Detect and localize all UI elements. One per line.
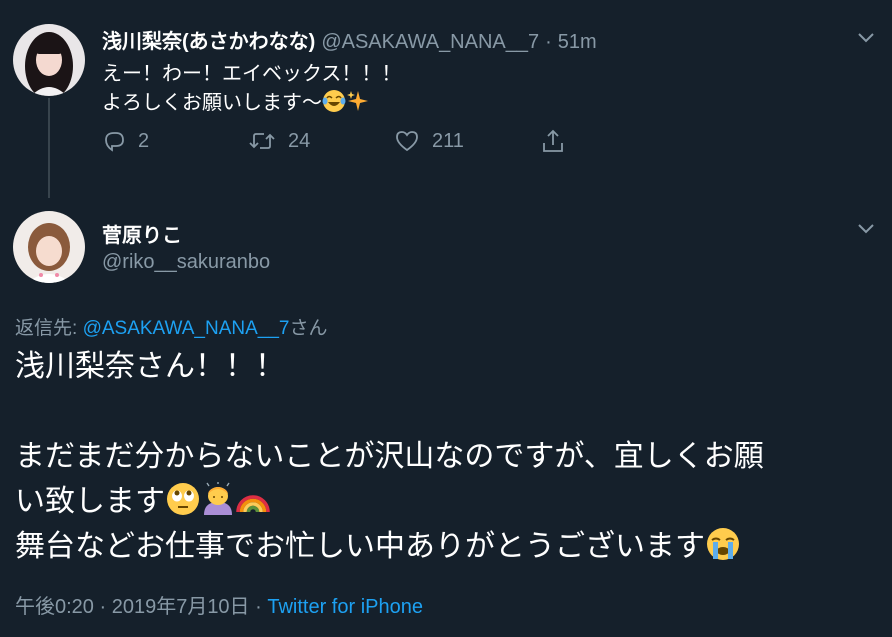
reply-prefix: 返信先:: [15, 318, 83, 339]
rolling-eyes-emoji: [167, 483, 199, 515]
tweet-thread: 浅川梨奈(あさかわなな) @ASAKAWA_NANA__7 · 51m えー！わ…: [0, 0, 892, 637]
tweet2-footer: 午後0:20 · 2019年7月10日 · Twitter for iPhone: [15, 590, 423, 619]
tweet2-display-name[interactable]: 菅原りこ: [102, 219, 182, 248]
tweet2-timestamp[interactable]: 午後0:20 · 2019年7月10日 ·: [15, 596, 267, 618]
share-icon: [543, 129, 563, 152]
reply-icon: [105, 132, 124, 152]
avatar-sugawara[interactable]: [13, 211, 85, 283]
tweet2-line5-row: 舞台などお仕事でお忙しい中ありがとうございます: [15, 524, 764, 569]
avatar-asakawa[interactable]: [13, 24, 85, 96]
tweet2-menu-chevron-down-icon[interactable]: [856, 219, 876, 239]
tweet1-time[interactable]: 51m: [558, 31, 597, 54]
tweet2-line3: まだまだ分からないことが沢山なのですが、宜しくお願: [15, 440, 764, 473]
reply-button[interactable]: 2: [102, 129, 248, 153]
tweet1-line1: えー！わー！エイベックス！！！: [102, 63, 402, 85]
tweet2-source-link[interactable]: Twitter for iPhone: [267, 596, 423, 618]
reply-suffix: さん: [289, 318, 328, 339]
like-button[interactable]: 211: [394, 129, 540, 153]
person-bowing-emoji: [204, 482, 232, 515]
tears-of-joy-emoji: [322, 90, 346, 112]
tweet1-line2: よろしくお願いします〜: [102, 92, 322, 114]
reply-count: 2: [138, 129, 150, 152]
tweet1-display-name[interactable]: 浅川梨奈(あさかわなな): [102, 25, 315, 54]
tweet2-text: 浅川梨奈さん！！！ まだまだ分からないことが沢山なのですが、宜しくお願 い致しま…: [15, 344, 764, 569]
tweet1-separator: ·: [545, 31, 552, 53]
tweet1-header: 浅川梨奈(あさかわなな) @ASAKAWA_NANA__7 · 51m: [102, 25, 597, 54]
tweet2-handle[interactable]: @riko__sakuranbo: [102, 251, 270, 274]
share-button[interactable]: [540, 128, 566, 154]
thread-connector: [48, 98, 50, 198]
replying-to: 返信先: @ASAKAWA_NANA__7さん: [15, 313, 327, 340]
tweet2-line4: い致します: [15, 485, 165, 518]
sparkles-emoji: [347, 91, 368, 111]
retweet-icon: [249, 133, 275, 149]
retweet-count: 24: [288, 129, 311, 152]
tweet2-line1: 浅川梨奈さん！！！: [15, 350, 285, 383]
tweet2-line4-row: い致します: [15, 479, 764, 524]
rainbow-emoji: [236, 495, 270, 513]
tweet1-text: えー！わー！エイベックス！！！ よろしくお願いします〜: [102, 60, 401, 118]
reply-mention-link[interactable]: @ASAKAWA_NANA__7: [83, 318, 290, 339]
tweet2-line5: 舞台などお仕事でお忙しい中ありがとうございます: [15, 530, 705, 563]
tweet2-blank-line: [15, 389, 764, 434]
loudly-crying-emoji: [707, 528, 739, 560]
tweet1-line2-row: よろしくお願いします〜: [102, 89, 401, 118]
tweet1-menu-chevron-down-icon[interactable]: [856, 28, 876, 48]
retweet-button[interactable]: 24: [248, 129, 394, 153]
like-icon: [396, 131, 418, 152]
tweet1-handle[interactable]: @ASAKAWA_NANA__7: [321, 31, 539, 54]
like-count: 211: [432, 129, 464, 152]
tweet1-actions: 2 24 211: [102, 128, 566, 154]
